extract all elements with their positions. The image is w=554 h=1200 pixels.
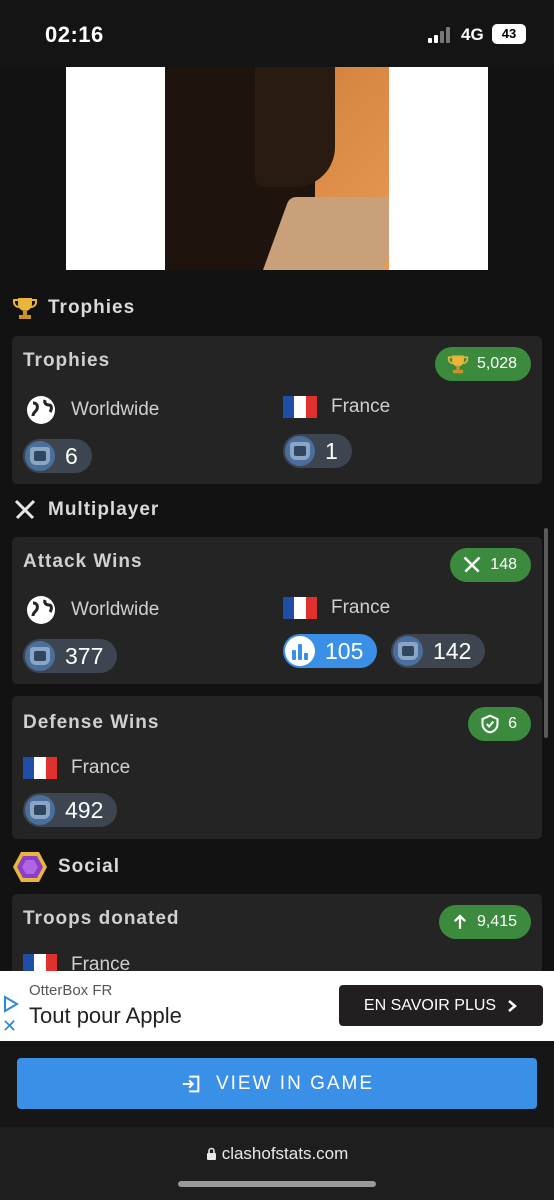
france-label: France bbox=[283, 597, 390, 619]
battery-icon: 43 bbox=[492, 24, 526, 44]
ad-choices-icon bbox=[4, 995, 19, 1013]
lock-icon bbox=[206, 1147, 216, 1160]
troops-donated-card: Troops donated 9,415 France bbox=[12, 894, 542, 974]
town-hall-icon bbox=[25, 795, 55, 825]
globe-icon bbox=[27, 396, 55, 424]
defense-badge: 6 bbox=[468, 707, 531, 741]
worldwide-rank[interactable]: 377 bbox=[23, 639, 118, 673]
trophies-card: Trophies 5,028 Worldwide France 6 1 bbox=[12, 336, 542, 484]
town-hall-icon bbox=[25, 641, 55, 671]
scrollbar[interactable] bbox=[544, 528, 548, 738]
section-trophies: Trophies bbox=[12, 295, 135, 321]
card-title: Trophies bbox=[23, 350, 111, 371]
card-title: Attack Wins bbox=[23, 551, 143, 572]
ad-brand: OtterBox FR bbox=[29, 982, 113, 999]
worldwide-label: Worldwide bbox=[25, 594, 159, 626]
town-hall-icon bbox=[25, 441, 55, 471]
status-time: 02:16 bbox=[45, 22, 104, 47]
globe-icon bbox=[27, 596, 55, 624]
france-rank[interactable]: 142 bbox=[391, 634, 486, 668]
section-multiplayer: Multiplayer bbox=[12, 497, 159, 523]
swords-icon bbox=[463, 556, 481, 573]
trophy-icon bbox=[12, 295, 38, 321]
section-social: Social bbox=[12, 851, 120, 883]
bar-chart-icon bbox=[285, 636, 315, 666]
signal-icon bbox=[428, 27, 454, 43]
france-label: France bbox=[23, 757, 130, 779]
shield-check-icon bbox=[481, 714, 499, 734]
close-icon[interactable]: ✕ bbox=[2, 1017, 20, 1035]
network-type: 4G bbox=[461, 25, 484, 44]
france-rank[interactable]: 1 bbox=[283, 434, 352, 468]
ad-cta-button[interactable]: EN SAVOIR PLUS bbox=[339, 985, 543, 1026]
worldwide-label: Worldwide bbox=[25, 394, 159, 426]
worldwide-rank[interactable]: 6 bbox=[23, 439, 92, 473]
trophy-icon bbox=[447, 355, 469, 374]
video-frame bbox=[165, 67, 389, 270]
video-thumbnail[interactable] bbox=[66, 67, 488, 270]
town-hall-icon bbox=[285, 436, 315, 466]
ad-banner[interactable]: ✕ OtterBox FR Tout pour Apple EN SAVOIR … bbox=[0, 971, 554, 1041]
attack-wins-card: Attack Wins 148 Worldwide France 377 105… bbox=[12, 537, 542, 684]
france-rank-highlight[interactable]: 105 bbox=[283, 634, 378, 668]
url-text: clashofstats.com bbox=[0, 1144, 554, 1164]
france-label: France bbox=[283, 396, 390, 418]
card-title: Troops donated bbox=[23, 908, 180, 929]
view-in-game-button[interactable]: VIEW IN GAME bbox=[17, 1058, 537, 1109]
browser-url-bar[interactable]: clashofstats.com bbox=[0, 1127, 554, 1200]
swords-icon bbox=[12, 497, 38, 523]
ad-title: Tout pour Apple bbox=[29, 1003, 182, 1028]
card-title: Defense Wins bbox=[23, 712, 160, 733]
town-hall-icon bbox=[393, 636, 423, 666]
home-indicator[interactable] bbox=[178, 1181, 376, 1187]
chevron-right-icon bbox=[508, 999, 518, 1012]
gem-icon bbox=[12, 851, 48, 883]
donated-badge: 9,415 bbox=[438, 905, 531, 939]
france-flag-icon bbox=[23, 757, 57, 779]
arrow-up-icon bbox=[453, 914, 466, 929]
trophies-badge: 5,028 bbox=[434, 347, 531, 381]
status-bar: 02:16 4G 43 bbox=[0, 0, 554, 67]
defense-wins-card: Defense Wins 6 France 492 bbox=[12, 696, 542, 839]
login-icon bbox=[182, 1075, 200, 1092]
france-rank[interactable]: 492 bbox=[23, 793, 118, 827]
attack-badge: 148 bbox=[450, 548, 531, 582]
france-flag-icon bbox=[283, 597, 317, 619]
france-flag-icon bbox=[283, 396, 317, 418]
view-in-game-bar: VIEW IN GAME bbox=[0, 1041, 554, 1127]
